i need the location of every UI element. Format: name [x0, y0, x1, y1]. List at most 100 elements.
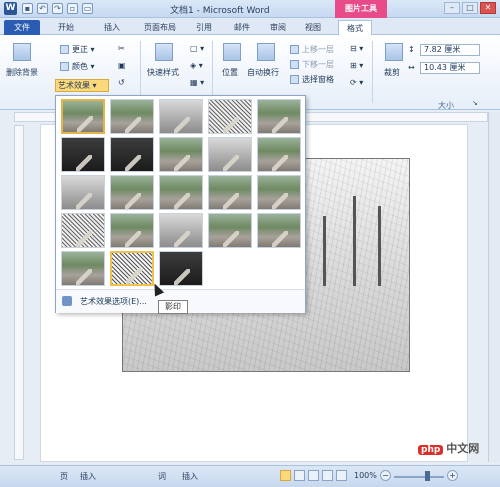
height-input[interactable]: 7.82 厘米 — [420, 44, 480, 56]
status-words[interactable]: 词 — [158, 471, 166, 482]
remove-background-icon[interactable] — [13, 43, 31, 61]
effect-thumbnail[interactable] — [159, 99, 203, 134]
status-insert-mode[interactable]: 插入 — [80, 471, 96, 482]
tab-home[interactable]: 开始 — [58, 20, 74, 35]
quick-styles-icon[interactable] — [155, 43, 173, 61]
zoom-level[interactable]: 100% — [354, 471, 377, 480]
effect-thumbnail[interactable] — [208, 137, 252, 172]
reset-picture-icon[interactable]: ↺ — [118, 78, 125, 87]
position-button[interactable]: 位置 — [222, 67, 238, 78]
wrap-text-button[interactable]: 自动换行 — [247, 67, 279, 78]
zoom-in-icon[interactable]: + — [447, 470, 458, 481]
full-screen-reading-icon[interactable] — [294, 470, 305, 481]
status-bar: 页 插入 词 插入 100% − + — [0, 465, 500, 487]
vertical-scrollbar[interactable] — [488, 112, 500, 462]
selection-pane-button[interactable]: 选择窗格 — [290, 74, 334, 85]
tab-format[interactable]: 格式 — [338, 20, 372, 35]
effect-thumbnail[interactable] — [257, 175, 301, 210]
group-separator — [212, 41, 213, 103]
effect-thumbnail[interactable] — [257, 213, 301, 248]
effect-thumbnail[interactable] — [257, 99, 301, 134]
zoom-slider-thumb[interactable] — [425, 471, 430, 481]
close-button[interactable]: ✕ — [480, 2, 496, 14]
effect-thumbnail[interactable] — [110, 213, 154, 248]
picture-layout-icon[interactable]: ▦ ▾ — [190, 78, 204, 87]
effect-thumbnail-none[interactable] — [61, 99, 105, 134]
effect-thumbnail[interactable] — [208, 175, 252, 210]
tab-page-layout[interactable]: 页面布局 — [144, 20, 176, 35]
undo-icon[interactable]: ↶ — [37, 3, 48, 14]
zoom-out-icon[interactable]: − — [380, 470, 391, 481]
size-dialog-launcher-icon[interactable]: ↘ — [472, 99, 478, 107]
window-title: 文档1 - Microsoft Word — [170, 6, 270, 16]
site-watermark: php 中文网 — [418, 440, 479, 456]
tab-file[interactable]: 文件 — [4, 20, 40, 35]
outline-view-icon[interactable] — [322, 470, 333, 481]
effect-thumbnail[interactable] — [208, 213, 252, 248]
tab-view[interactable]: 视图 — [305, 20, 321, 35]
vertical-ruler[interactable] — [14, 125, 24, 460]
save-icon[interactable]: ▪ — [22, 3, 33, 14]
effect-thumbnail[interactable] — [159, 251, 203, 286]
align-icon[interactable]: ⊟ ▾ — [350, 44, 363, 53]
effect-thumbnail-photocopy[interactable] — [110, 251, 154, 286]
color-button[interactable]: 颜色 ▾ — [60, 61, 95, 72]
tab-mailings[interactable]: 邮件 — [234, 20, 250, 35]
bring-forward-icon — [290, 45, 299, 54]
print-layout-view-icon[interactable] — [280, 470, 291, 481]
new-document-icon[interactable]: ▭ — [82, 3, 93, 14]
remove-background-button[interactable]: 删除背景 — [6, 67, 38, 78]
wrap-text-icon[interactable] — [257, 43, 275, 61]
status-insert[interactable]: 插入 — [182, 471, 198, 482]
quick-styles-button[interactable]: 快速样式 — [147, 67, 179, 78]
effect-thumbnail[interactable] — [110, 99, 154, 134]
open-icon[interactable]: ▫ — [67, 3, 78, 14]
position-icon[interactable] — [223, 43, 241, 61]
effect-thumbnail[interactable] — [208, 99, 252, 134]
tree-trunk — [353, 196, 356, 287]
effect-thumbnail[interactable] — [257, 137, 301, 172]
redo-icon[interactable]: ↷ — [52, 3, 63, 14]
artistic-effects-button[interactable]: 艺术效果 ▾ — [55, 79, 109, 92]
web-layout-icon[interactable] — [308, 470, 319, 481]
effect-thumbnail[interactable] — [61, 175, 105, 210]
tree-trunk — [378, 206, 381, 287]
minimize-button[interactable]: – — [444, 2, 460, 14]
status-page[interactable]: 页 — [60, 471, 68, 482]
crop-button[interactable]: 裁剪 — [384, 67, 400, 78]
group-icon[interactable]: ⊞ ▾ — [350, 61, 363, 70]
effect-thumbnail[interactable] — [61, 251, 105, 286]
ribbon-tab-bar: 文件 开始 插入 页面布局 引用 邮件 审阅 视图 格式 — [0, 18, 500, 35]
bring-forward-button[interactable]: 上移一层 — [290, 44, 334, 55]
corrections-icon — [60, 45, 69, 54]
effect-thumbnail[interactable] — [159, 137, 203, 172]
compress-pictures-icon[interactable]: ✂ — [118, 44, 125, 53]
rotate-icon[interactable]: ⟳ ▾ — [350, 78, 363, 87]
send-backward-button[interactable]: 下移一层 — [290, 59, 334, 70]
watermark-badge: php — [418, 445, 444, 455]
effect-thumbnail[interactable] — [159, 213, 203, 248]
effect-thumbnail[interactable] — [61, 213, 105, 248]
corrections-button[interactable]: 更正 ▾ — [60, 44, 95, 55]
picture-border-icon[interactable]: ▢ ▾ — [190, 44, 204, 53]
tab-insert[interactable]: 插入 — [104, 20, 120, 35]
title-bar: W ▪ ↶ ↷ ▫ ▭ 文档1 - Microsoft Word 图片工具 – … — [0, 0, 500, 18]
color-icon — [60, 62, 69, 71]
width-input[interactable]: 10.43 厘米 — [420, 62, 480, 74]
artistic-effects-gallery: 艺术效果选项(E)... — [55, 95, 306, 313]
effect-thumbnail[interactable] — [110, 175, 154, 210]
tab-references[interactable]: 引用 — [196, 20, 212, 35]
change-picture-icon[interactable]: ▣ — [118, 61, 126, 70]
effect-thumbnail[interactable] — [61, 137, 105, 172]
quick-access-toolbar: ▪ ↶ ↷ ▫ ▭ — [22, 3, 93, 15]
zoom-slider-track[interactable] — [394, 476, 444, 478]
word-window: W ▪ ↶ ↷ ▫ ▭ 文档1 - Microsoft Word 图片工具 – … — [0, 0, 500, 487]
tab-review[interactable]: 审阅 — [270, 20, 286, 35]
maximize-button[interactable]: □ — [462, 2, 478, 14]
crop-icon[interactable] — [385, 43, 403, 61]
word-app-icon[interactable]: W — [4, 2, 17, 15]
effect-thumbnail[interactable] — [110, 137, 154, 172]
draft-view-icon[interactable] — [336, 470, 347, 481]
picture-effects-icon[interactable]: ◈ ▾ — [190, 61, 203, 70]
effect-thumbnail[interactable] — [159, 175, 203, 210]
